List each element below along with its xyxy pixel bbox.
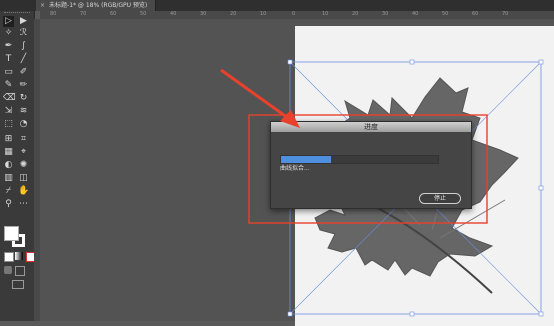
annotation-overlay — [220, 68, 488, 224]
pointer-arrow — [220, 68, 300, 128]
illustrator-window: × 未标题-1* @ 18% (RGB/GPU 预览) ▷ ▶ ✧ ℛ ✒ ∫ T… — [0, 0, 554, 326]
highlight-box — [248, 114, 488, 224]
